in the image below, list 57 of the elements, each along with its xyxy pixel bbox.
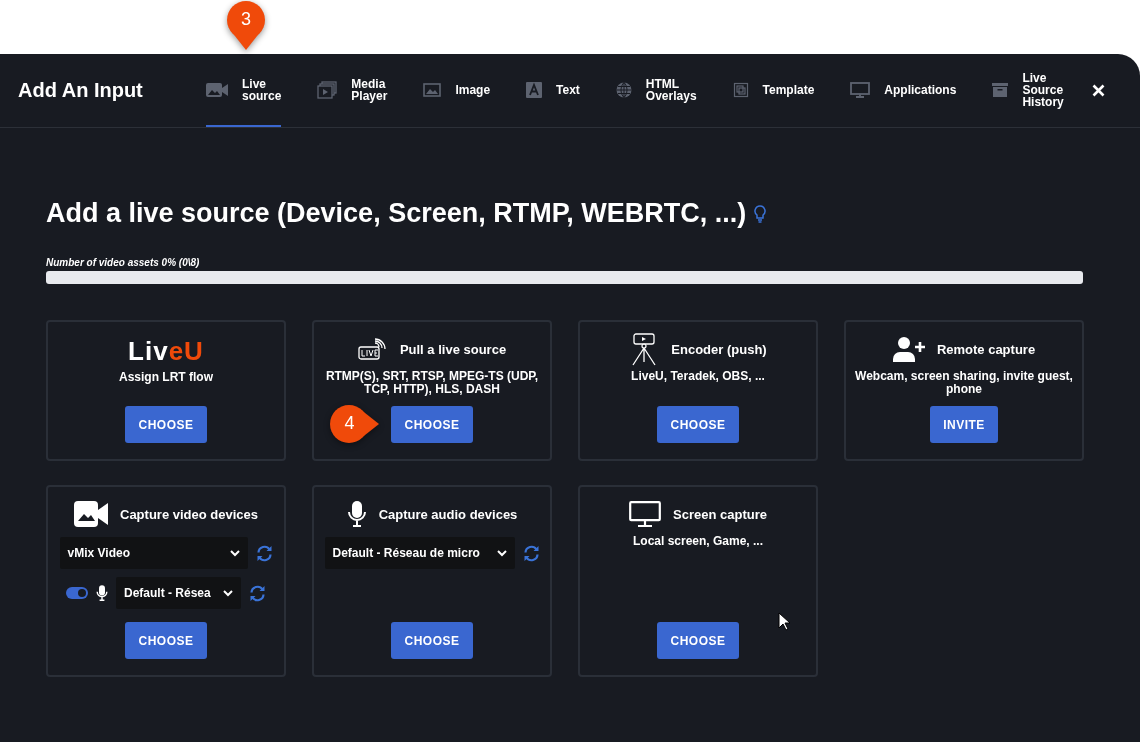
device-dropdown[interactable]: Default - Résea (116, 577, 241, 609)
microphone-icon (346, 501, 367, 527)
archive-box-icon (992, 81, 1009, 98)
card-description: RTMP(S), SRT, RTSP, MPEG-TS (UDP, TCP, HTTP), HLS, DASH (324, 370, 540, 396)
refresh-icon[interactable] (249, 584, 266, 602)
tab[interactable]: Text (526, 54, 580, 127)
choose-button[interactable]: CHOOSE (125, 406, 207, 443)
card-title: Capture video devices (120, 506, 258, 522)
liveu-logo: LiveU (128, 336, 204, 367)
device-dropdown[interactable]: vMix Video (59, 537, 248, 569)
device-dropdown[interactable]: Default - Réseau de micro (324, 537, 515, 569)
card-description: Webcam, screen sharing, invite guest, phone (854, 370, 1074, 396)
image-icon (423, 82, 442, 97)
globe-icon (615, 81, 632, 98)
card-title: Capture audio devices (378, 506, 518, 522)
template-icon (732, 81, 749, 98)
page-heading: Add a live source (Device, Screen, RTMP, WEBRTC, ...) (46, 198, 747, 229)
dialog-title: Add An Input (18, 79, 144, 102)
choose-button[interactable]: CHOOSE (657, 622, 739, 659)
card-title: Pull a live source (399, 341, 507, 357)
monitor-icon (850, 81, 871, 98)
tab[interactable]: Live Source History (992, 54, 1064, 127)
choose-button[interactable]: CHOOSE (657, 406, 739, 443)
text-icon (526, 81, 543, 98)
microphone-icon (96, 584, 108, 602)
cursor-icon (778, 612, 790, 631)
tab[interactable]: Media Player (317, 54, 388, 127)
card-title: Encoder (push) (671, 341, 767, 357)
refresh-icon[interactable] (255, 544, 273, 562)
live-broadcast-icon (357, 338, 388, 360)
card-description: LiveU, Teradek, OBS, ... (631, 370, 765, 383)
chevron-icon (223, 589, 233, 597)
media-player-icon (317, 80, 338, 99)
tab[interactable]: Applications (850, 54, 957, 127)
choose-button[interactable]: CHOOSE (391, 622, 473, 659)
chevron-icon (496, 549, 507, 557)
card-title: Screen capture (673, 506, 767, 522)
tab[interactable]: HTML Overlays (615, 54, 697, 127)
lightbulb-icon[interactable] (754, 204, 767, 223)
progress-label: Number of video assets 0% (0\8) (46, 257, 201, 268)
add-user-icon (892, 336, 925, 362)
video-camera-icon (206, 81, 228, 98)
tab[interactable]: Image (423, 54, 491, 127)
tab[interactable]: Template (732, 54, 815, 127)
refresh-icon[interactable] (522, 544, 540, 562)
video-camera-icon (74, 501, 108, 527)
card-title: Assign LRT flow (119, 371, 213, 384)
card-description: Local screen, Game, ... (632, 535, 764, 548)
tab[interactable]: Live source (206, 54, 282, 127)
toggle-switch[interactable] (66, 587, 88, 599)
card-title: Remote capture (936, 341, 1036, 357)
invite-button[interactable]: INVITE (930, 406, 998, 443)
choose-button[interactable]: CHOOSE (125, 622, 207, 659)
choose-button[interactable]: CHOOSE (391, 406, 473, 443)
chevron-icon (229, 549, 240, 557)
close-icon[interactable] (1091, 84, 1105, 97)
monitor-icon (629, 501, 662, 527)
